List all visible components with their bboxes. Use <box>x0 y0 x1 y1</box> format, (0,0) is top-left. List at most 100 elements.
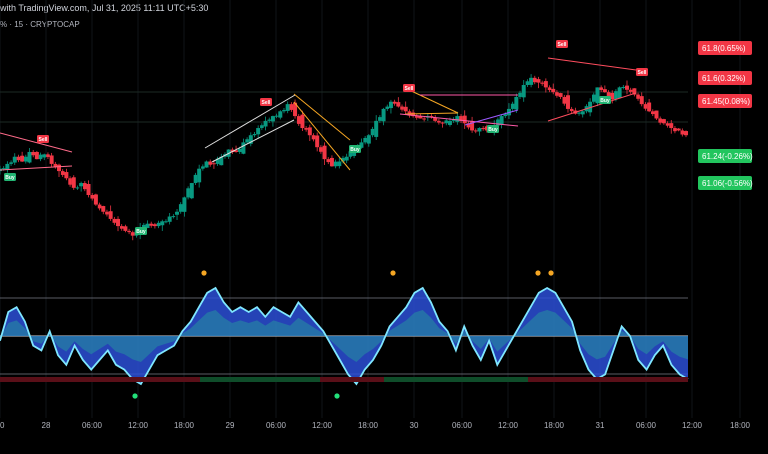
candle <box>628 89 633 92</box>
pattern-line <box>547 57 637 71</box>
momentum-strip-segment <box>560 377 568 382</box>
candle <box>75 187 80 189</box>
signal-badge-buy: Buy <box>599 96 611 104</box>
candle <box>414 116 419 118</box>
momentum-strip-segment <box>312 377 320 382</box>
momentum-strip-segment <box>392 377 400 382</box>
oversold-dot <box>334 393 340 399</box>
momentum-strip-segment <box>48 377 56 382</box>
momentum-strip-segment <box>8 377 16 382</box>
momentum-strip-segment <box>176 377 184 382</box>
signal-badge-buy: Buy <box>349 145 361 153</box>
candle <box>97 204 102 209</box>
momentum-strip-segment <box>192 377 200 382</box>
candle <box>49 155 54 164</box>
candle <box>149 223 154 226</box>
candle <box>680 130 685 135</box>
momentum-strip-segment <box>40 377 48 382</box>
candle <box>315 135 320 148</box>
candle <box>260 125 264 129</box>
momentum-strip-segment <box>160 377 168 382</box>
candle <box>344 156 349 161</box>
candle <box>152 224 157 227</box>
candle <box>60 171 65 175</box>
time-axis-tick: 18:00 <box>174 421 195 430</box>
momentum-strip-segment <box>248 377 256 382</box>
pattern-line <box>0 165 73 171</box>
candle <box>447 120 452 125</box>
momentum-strip-segment <box>320 377 328 382</box>
candle <box>20 155 25 162</box>
price-label-text: 61.8(0.65%) <box>702 44 746 53</box>
pattern-line <box>0 132 73 153</box>
momentum-strip-segment <box>264 377 272 382</box>
candle <box>182 197 187 212</box>
momentum-strip-segment <box>464 377 472 382</box>
momentum-strip-segment <box>480 377 488 382</box>
momentum-strip-segment <box>568 377 576 382</box>
momentum-strip-segment <box>352 377 360 382</box>
candle <box>614 91 618 100</box>
time-axis-tick: 06:00 <box>636 421 657 430</box>
candle <box>518 92 522 97</box>
momentum-strip-segment <box>344 377 352 382</box>
candle <box>46 154 50 157</box>
momentum-strip-segment <box>0 377 8 382</box>
candle <box>569 108 574 112</box>
candle <box>237 148 242 152</box>
signal-label: Sell <box>638 70 648 76</box>
momentum-strip-segment <box>224 377 232 382</box>
momentum-strip-segment <box>104 377 112 382</box>
candle <box>197 168 202 183</box>
time-axis-tick: 06:00 <box>266 421 287 430</box>
candle <box>532 77 537 83</box>
candle <box>83 183 87 190</box>
signal-badge-buy: Buy <box>135 227 147 235</box>
momentum-strip-segment <box>112 377 120 382</box>
candle <box>577 112 581 114</box>
candle <box>274 115 279 117</box>
overbought-dot <box>548 270 554 276</box>
momentum-strip-segment <box>240 377 248 382</box>
candle <box>326 159 331 163</box>
candle <box>68 178 72 185</box>
momentum-strip-segment <box>632 377 640 382</box>
price-axis-label: 61.8(0.65%) <box>698 41 752 55</box>
time-axis-tick: 00 <box>0 421 5 430</box>
candle <box>496 119 500 126</box>
momentum-strip-segment <box>136 377 144 382</box>
momentum-strip-segment <box>208 377 216 382</box>
candle <box>9 162 13 164</box>
candle <box>378 117 382 121</box>
momentum-strip-segment <box>144 377 152 382</box>
price-axis-label: 61.45(0.08%) <box>698 94 752 108</box>
momentum-strip-segment <box>384 377 392 382</box>
momentum-strip-segment <box>72 377 80 382</box>
candle <box>164 221 168 223</box>
overbought-dot <box>201 270 207 276</box>
momentum-strip-segment <box>440 377 448 382</box>
candle <box>108 211 113 219</box>
candle <box>289 104 294 110</box>
candle <box>669 123 674 129</box>
candle <box>119 226 124 229</box>
candle <box>543 81 548 88</box>
candle <box>267 119 272 121</box>
candle <box>307 127 312 136</box>
price-chart[interactable]: Sell Buy Buy Sell Sell Buy Sell Buy Sell Buy 61.8(… <box>0 0 768 454</box>
candle <box>525 81 530 85</box>
time-axis-tick: 06:00 <box>82 421 103 430</box>
candle <box>337 161 342 167</box>
candle <box>90 195 95 199</box>
momentum-strip-segment <box>376 377 384 382</box>
candle <box>363 137 367 143</box>
momentum-strip-segment <box>680 377 688 382</box>
candle <box>329 157 334 167</box>
candle <box>186 188 190 198</box>
time-axis-tick: 29 <box>226 421 235 430</box>
price-axis-label: 61.6(0.32%) <box>698 71 752 85</box>
candle <box>12 156 17 163</box>
candle <box>647 102 652 112</box>
price-label-text: 61.6(0.32%) <box>702 74 746 83</box>
candle <box>510 103 515 109</box>
